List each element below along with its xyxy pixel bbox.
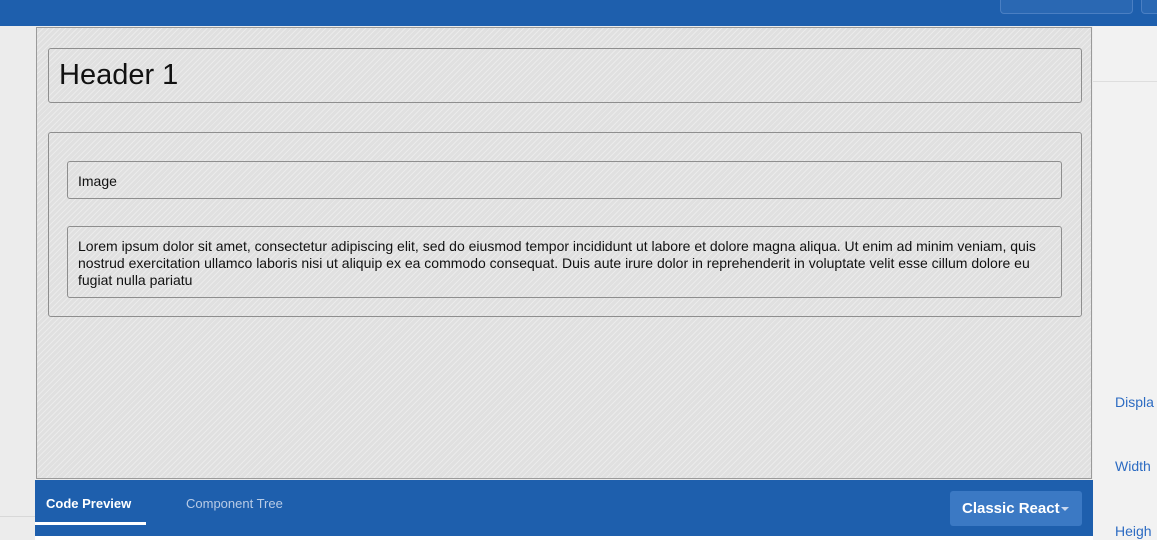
tab-component-tree[interactable]: Component Tree <box>186 496 283 511</box>
top-toolbar-button[interactable] <box>1000 0 1133 14</box>
paragraph-component[interactable]: Lorem ipsum dolor sit amet, consectetur … <box>67 226 1062 298</box>
gutter-divider <box>0 516 35 517</box>
tab-code-preview[interactable]: Code Preview <box>46 496 131 511</box>
framework-select-label: Classic React <box>962 500 1060 517</box>
property-display-label[interactable]: Displa <box>1115 394 1154 410</box>
top-toolbar-button-secondary[interactable] <box>1141 0 1157 14</box>
bottom-panel-bar: Code Preview Component Tree Classic Reac… <box>35 480 1093 536</box>
top-app-bar <box>0 0 1157 26</box>
image-component[interactable]: Image <box>67 161 1062 199</box>
property-width-label[interactable]: Width <box>1115 458 1151 474</box>
section-component[interactable]: Image Lorem ipsum dolor sit amet, consec… <box>48 132 1082 317</box>
framework-select[interactable]: Classic React <box>950 491 1082 526</box>
property-height-label[interactable]: Heigh <box>1115 523 1152 539</box>
chevron-down-icon <box>1061 507 1069 511</box>
header-component[interactable]: Header 1 <box>48 48 1082 103</box>
code-preview-strip <box>35 536 1093 540</box>
header-text: Header 1 <box>59 59 179 91</box>
left-gutter <box>0 26 35 540</box>
paragraph-text: Lorem ipsum dolor sit amet, consectetur … <box>78 238 1036 288</box>
preview-canvas[interactable]: Header 1 Image Lorem ipsum dolor sit ame… <box>36 27 1092 479</box>
panel-divider <box>1093 81 1157 82</box>
active-tab-indicator <box>35 522 146 525</box>
image-label: Image <box>78 173 117 189</box>
